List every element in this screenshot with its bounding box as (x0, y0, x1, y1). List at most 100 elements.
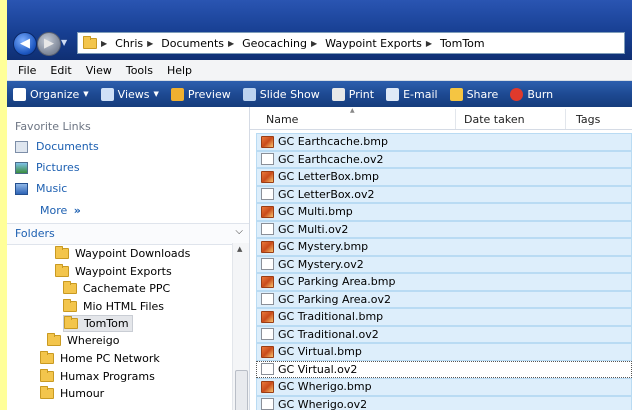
organize-icon (13, 87, 26, 101)
toolbar-button[interactable]: Burn (504, 87, 559, 101)
column-header-tags[interactable]: Tags (576, 113, 600, 126)
recent-pages-chevron-icon[interactable]: ▼ (61, 38, 67, 47)
folder-tree-label: Humour (60, 387, 105, 400)
folder-tree-item[interactable]: TomTom (63, 315, 133, 332)
file-name: GC Parking Area.ov2 (278, 292, 392, 306)
address-bar[interactable]: ▶ Chris ▶ Documents ▶ Geocaching ▶ Waypoint Ex… (77, 32, 625, 54)
document-file-icon (261, 293, 274, 306)
folder-tree-label: Whereigo (67, 334, 120, 347)
file-name: GC Traditional.ov2 (278, 327, 379, 341)
menu-item[interactable]: Tools (119, 64, 160, 77)
folder-tree-item[interactable]: Waypoint Downloads (55, 245, 190, 262)
toolbar-button[interactable]: Views ▼ (95, 87, 165, 101)
file-row[interactable]: GC Multi.bmp (256, 203, 632, 221)
file-row[interactable]: GC LetterBox.ov2 (256, 185, 632, 203)
breadcrumb: Chris ▶ Documents ▶ Geocaching ▶ Waypoint Expo… (111, 37, 484, 50)
folders-header[interactable]: Folders ⌵ (7, 223, 249, 245)
breadcrumb-item[interactable]: TomTom (440, 37, 485, 50)
toolbar-button[interactable]: Share (444, 87, 505, 101)
toolbar-button[interactable]: Print (326, 87, 380, 101)
document-file-icon (261, 223, 274, 236)
folder-icon (63, 299, 77, 312)
folders-heading: Folders (15, 227, 55, 240)
toolbar-button-label: Slide Show (259, 87, 320, 101)
scroll-up-icon[interactable]: ▲ (237, 245, 242, 253)
pictures-icon (15, 161, 28, 174)
folder-tree-item[interactable]: Humax Programs (40, 368, 155, 385)
menu-item[interactable]: File (11, 64, 43, 77)
menu-item[interactable]: Help (160, 64, 199, 77)
folder-tree-label: TomTom (84, 317, 129, 330)
scrollbar-thumb[interactable] (235, 370, 248, 410)
burn-icon (510, 87, 524, 101)
favorite-link-documents[interactable]: Documents (15, 140, 99, 153)
favorite-link-music[interactable]: Music (15, 182, 67, 195)
column-divider[interactable] (565, 109, 566, 129)
file-row[interactable]: GC Parking Area.ov2 (256, 290, 632, 308)
favorite-link-label: Pictures (36, 161, 80, 174)
file-row[interactable]: GC LetterBox.bmp (256, 168, 632, 186)
menu-item[interactable]: Edit (43, 64, 78, 77)
menu-bar: File Edit View Tools Help (7, 60, 632, 81)
breadcrumb-item[interactable]: Chris ▶ (115, 37, 157, 50)
breadcrumb-arrow-icon[interactable]: ▶ (426, 39, 432, 48)
toolbar-button-label: E-mail (403, 87, 438, 101)
more-favorites-link[interactable]: More » (40, 204, 81, 217)
breadcrumb-arrow-icon[interactable]: ▶ (147, 39, 153, 48)
file-name: GC Mystery.ov2 (278, 257, 364, 271)
folder-icon (63, 281, 77, 294)
toolbar-button-label: Burn (527, 87, 554, 101)
breadcrumb-label: Geocaching (242, 36, 307, 50)
bitmap-file-icon (261, 380, 274, 393)
folder-tree-scrollbar[interactable]: ▲ (232, 243, 249, 410)
folder-tree-label: Mio HTML Files (83, 300, 165, 313)
folder-tree-item[interactable]: Humour (40, 385, 104, 402)
breadcrumb-label: Chris (115, 36, 144, 50)
folder-icon (40, 386, 54, 399)
document-file-icon (261, 398, 274, 410)
breadcrumb-item[interactable]: Geocaching ▶ (242, 37, 321, 50)
column-header-date-taken[interactable]: Date taken (464, 113, 525, 126)
toolbar-button[interactable]: E-mail (380, 87, 444, 101)
file-row[interactable]: GC Earthcache.ov2 (256, 150, 632, 168)
file-row[interactable]: GC Virtual.bmp (256, 343, 632, 361)
bitmap-file-icon (261, 205, 274, 218)
folder-tree-item[interactable]: Home PC Network (40, 350, 160, 367)
file-rows: GC Earthcache.bmp GC Earthcache.ov2 GC Let… (256, 133, 632, 410)
forward-button[interactable]: ▶ (37, 32, 61, 56)
favorite-link-pictures[interactable]: Pictures (15, 161, 80, 174)
folder-tree-item[interactable]: Whereigo (47, 332, 119, 349)
file-row[interactable]: GC Multi.ov2 (256, 220, 632, 238)
toolbar-button-label: Views (117, 87, 150, 101)
back-button[interactable]: ◀ (13, 32, 37, 56)
menu-item[interactable]: View (79, 64, 119, 77)
breadcrumb-arrow-icon[interactable]: ▶ (311, 39, 317, 48)
file-row[interactable]: GC Wherigo.ov2 (256, 395, 632, 410)
file-row[interactable]: GC Parking Area.bmp (256, 273, 632, 291)
toolbar-button[interactable]: Organize ▼ (7, 87, 95, 101)
file-row[interactable]: GC Earthcache.bmp (256, 133, 632, 151)
breadcrumb-item[interactable]: Documents ▶ (161, 37, 238, 50)
folder-tree-item[interactable]: Mio HTML Files (63, 298, 164, 315)
column-divider[interactable] (455, 109, 456, 129)
breadcrumb-item[interactable]: Waypoint Exports ▶ (325, 37, 436, 50)
file-row[interactable]: GC Traditional.ov2 (256, 325, 632, 343)
file-row[interactable]: GC Traditional.bmp (256, 308, 632, 326)
navigation-pane: Favorite Links Documents Pictures Music … (7, 107, 250, 410)
breadcrumb-arrow-icon[interactable]: ▶ (101, 39, 107, 48)
folder-tree-item[interactable]: Cachemate PPC (63, 280, 170, 297)
file-row[interactable]: GC Virtual.ov2 (256, 360, 632, 378)
file-name: GC LetterBox.bmp (278, 170, 379, 184)
file-row[interactable]: GC Mystery.ov2 (256, 255, 632, 273)
folder-tree-item[interactable]: Waypoint Exports (55, 263, 172, 280)
file-row[interactable]: GC Wherigo.bmp (256, 378, 632, 396)
chevron-down-icon[interactable]: ⌵ (235, 226, 243, 237)
column-header-name[interactable]: Name (266, 113, 298, 126)
file-name: GC Earthcache.ov2 (278, 152, 384, 166)
toolbar-button[interactable]: Slide Show (237, 87, 326, 101)
file-row[interactable]: GC Mystery.bmp (256, 238, 632, 256)
breadcrumb-arrow-icon[interactable]: ▶ (228, 39, 234, 48)
bitmap-file-icon (261, 275, 274, 288)
share-icon (449, 87, 463, 101)
toolbar-button[interactable]: Preview (165, 87, 237, 101)
